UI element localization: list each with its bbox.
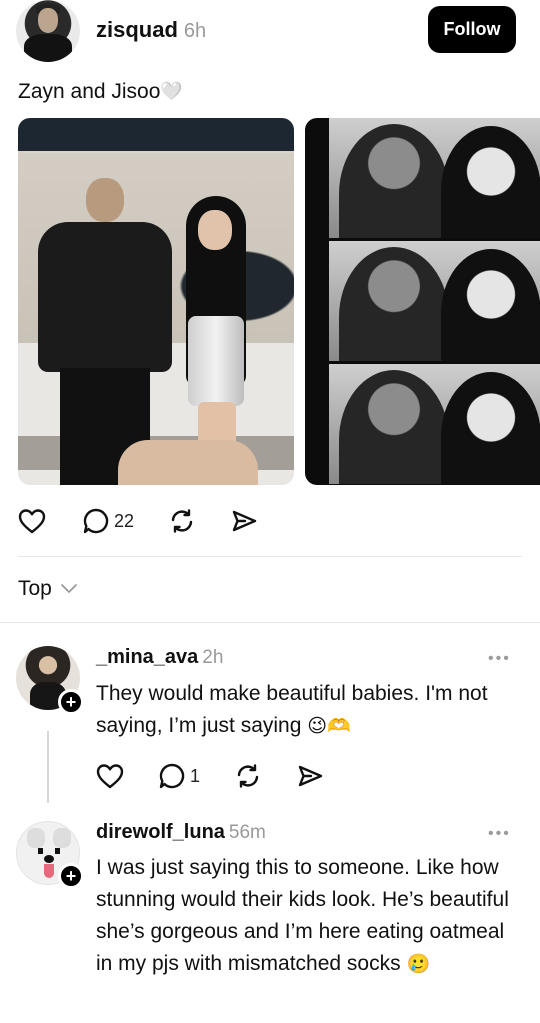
strip-frame-3 bbox=[329, 364, 540, 484]
post-caption: Zayn and Jisoo🤍 bbox=[18, 80, 183, 104]
repost-button[interactable] bbox=[234, 762, 262, 790]
strip-frame-1 bbox=[329, 118, 540, 238]
comment-header: _mina_ava 2h bbox=[96, 646, 223, 669]
post-username[interactable]: zisquad bbox=[96, 17, 178, 42]
comment-body: I was just saying this to someone. Like … bbox=[96, 856, 509, 975]
repost-icon bbox=[237, 764, 259, 788]
send-icon bbox=[298, 765, 323, 787]
divider bbox=[0, 622, 540, 623]
like-button[interactable] bbox=[96, 763, 124, 789]
repost-icon bbox=[171, 509, 193, 533]
photo-man-figure bbox=[38, 178, 172, 485]
heart-icon bbox=[96, 764, 124, 789]
thread-line bbox=[47, 731, 49, 803]
comment-header: direwolf_luna 56m bbox=[96, 821, 266, 844]
author-avatar[interactable] bbox=[16, 0, 80, 62]
comment-text: They would make beautiful babies. I'm no… bbox=[96, 678, 528, 743]
avatar-face bbox=[38, 8, 58, 32]
avatar-shirt bbox=[24, 34, 72, 62]
comment-time: 2h bbox=[202, 647, 224, 668]
post-photo-main[interactable] bbox=[18, 118, 294, 485]
comment-username[interactable]: direwolf_luna bbox=[96, 821, 225, 843]
photo-hand bbox=[118, 440, 258, 485]
post-author[interactable]: zisquad 6h bbox=[96, 17, 206, 43]
post-time: 6h bbox=[183, 20, 207, 42]
comment-body: They would make beautiful babies. I'm no… bbox=[96, 682, 488, 737]
more-options-button[interactable]: ••• bbox=[488, 650, 511, 668]
follow-button[interactable]: Follow bbox=[428, 6, 516, 53]
reply-count: 22 bbox=[114, 510, 135, 531]
caption-text: Zayn and Jisoo bbox=[18, 80, 161, 103]
follow-plus-badge[interactable]: + bbox=[58, 689, 84, 715]
share-button[interactable] bbox=[230, 507, 258, 535]
comment-username[interactable]: _mina_ava bbox=[96, 646, 198, 668]
white-heart-emoji: 🤍 bbox=[160, 81, 183, 101]
comment-icon bbox=[83, 508, 109, 534]
like-button[interactable] bbox=[18, 508, 46, 534]
comment-time: 56m bbox=[228, 822, 266, 843]
comment-actions: 1 bbox=[96, 762, 324, 790]
comment-emoji: 😉🫶 bbox=[307, 716, 351, 737]
post-photo-strip[interactable] bbox=[305, 118, 540, 485]
reply-count: 1 bbox=[190, 765, 201, 786]
divider bbox=[18, 556, 522, 557]
chevron-down-icon bbox=[60, 584, 77, 593]
follow-plus-badge[interactable]: + bbox=[58, 863, 84, 889]
comment-icon bbox=[159, 763, 185, 789]
sort-dropdown[interactable]: Top bbox=[18, 577, 78, 601]
heart-icon bbox=[18, 509, 46, 534]
reply-button[interactable]: 1 bbox=[158, 762, 200, 790]
reply-button[interactable]: 22 bbox=[82, 507, 134, 535]
comment-emoji: 🥲 bbox=[406, 954, 431, 975]
strip-frame-2 bbox=[329, 241, 540, 361]
repost-button[interactable] bbox=[168, 507, 196, 535]
more-options-button[interactable]: ••• bbox=[488, 825, 511, 843]
post-actions: 22 bbox=[18, 505, 258, 537]
sort-label: Top bbox=[18, 577, 52, 600]
comment-text: I was just saying this to someone. Like … bbox=[96, 852, 526, 981]
share-button[interactable] bbox=[296, 762, 324, 790]
send-icon bbox=[232, 510, 257, 532]
